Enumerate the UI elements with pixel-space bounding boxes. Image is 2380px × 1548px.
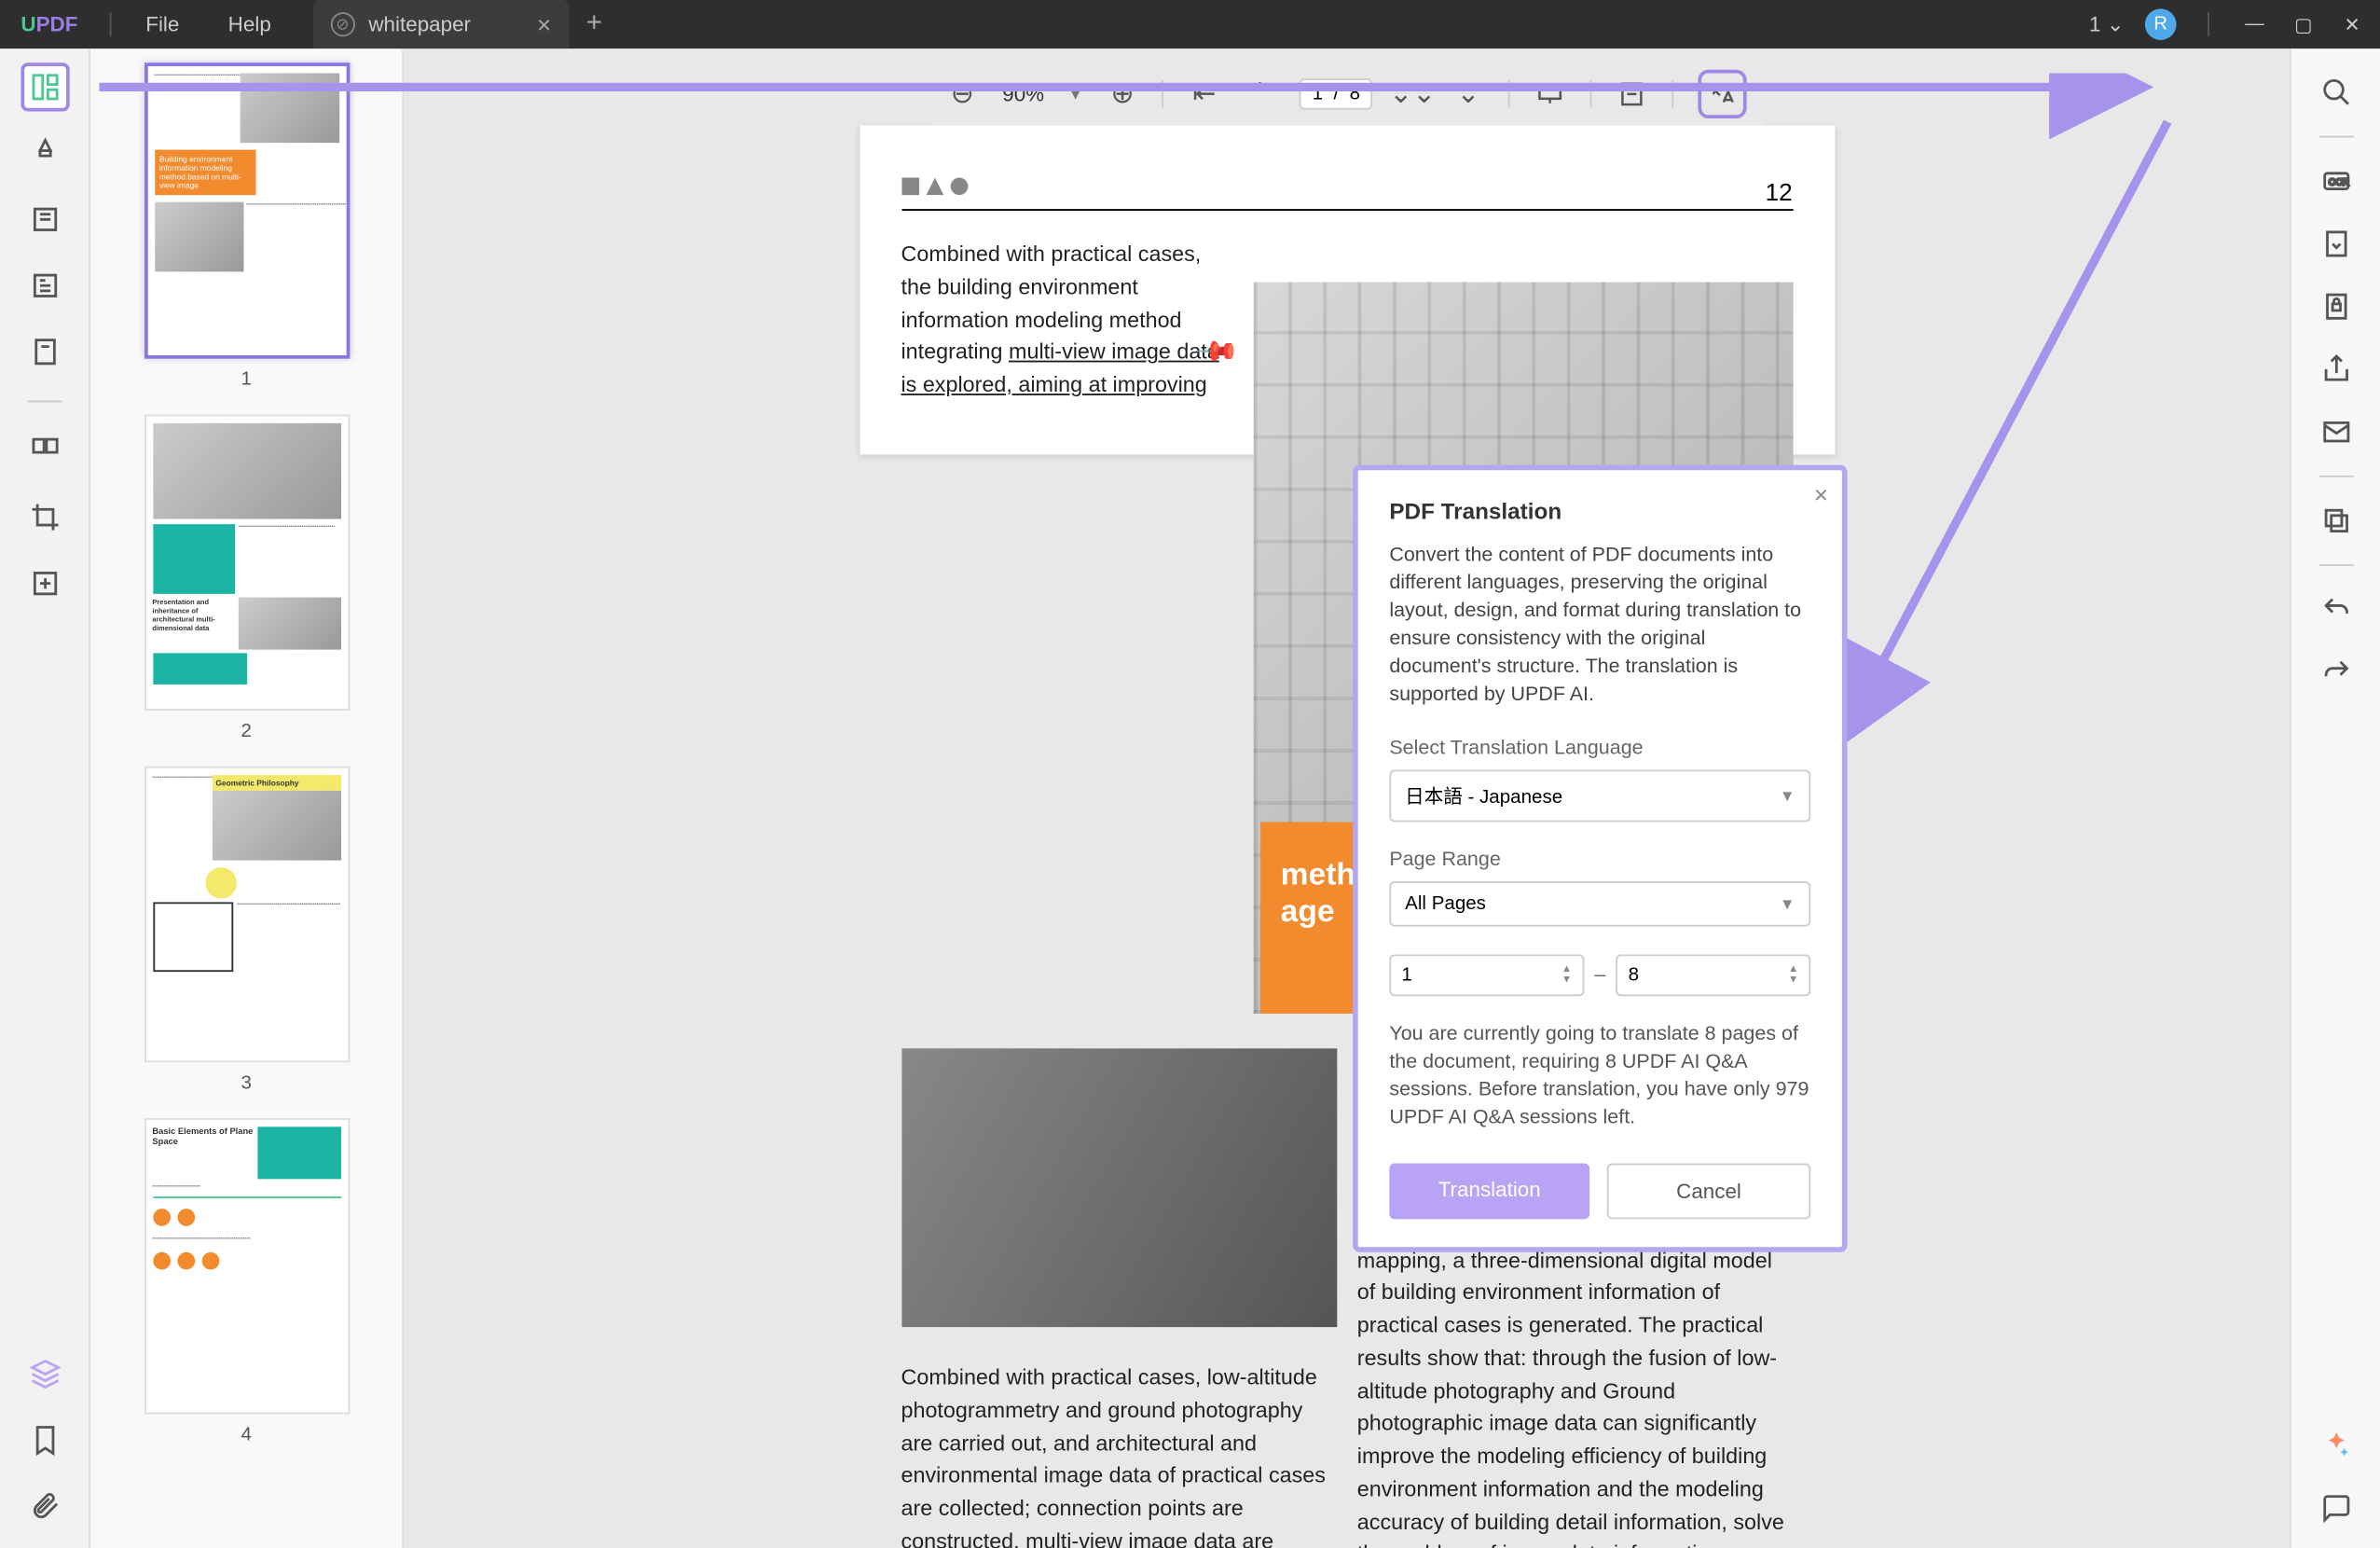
compress-tool[interactable]: [20, 559, 68, 607]
last-page-button[interactable]: ⌄: [1452, 78, 1484, 110]
page-text-col1: Combined with practical cases, the build…: [901, 239, 1231, 402]
bookmark-tool[interactable]: [20, 1416, 68, 1464]
maximize-button[interactable]: ▢: [2290, 13, 2318, 35]
attachment-tool[interactable]: [20, 1482, 68, 1530]
thumbnail-label-2: 2: [90, 721, 402, 741]
comment-tool[interactable]: [2317, 1489, 2355, 1527]
menu-help[interactable]: Help: [204, 12, 296, 36]
app-logo: UPDF: [0, 12, 99, 36]
left-toolbar: [0, 48, 90, 1548]
search-tool[interactable]: [2317, 73, 2355, 111]
range-to-input[interactable]: 8▲▼: [1616, 954, 1811, 996]
edit-tool[interactable]: [20, 195, 68, 243]
thumbnail-label-4: 4: [90, 1425, 402, 1445]
user-avatar[interactable]: R: [2145, 8, 2177, 40]
layers-tool[interactable]: [20, 1349, 68, 1398]
translate-submit-button[interactable]: Translation: [1389, 1163, 1589, 1219]
thumbnail-page-3[interactable]: ▪▪▪▪▪▪▪▪▪▪▪▪▪▪▪▪▪▪▪▪▪▪▪▪▪▪▪▪▪▪▪▪▪▪▪▪Geom…: [144, 767, 349, 1062]
zoom-out-button[interactable]: ⊖: [946, 78, 978, 110]
right-toolbar: OCR: [2290, 48, 2380, 1548]
thumbnail-label-3: 3: [90, 1072, 402, 1093]
thumbnail-page-2[interactable]: ▪▪▪▪▪▪▪▪▪▪▪▪▪▪▪▪▪▪▪▪▪▪▪▪▪▪▪▪▪▪▪▪▪▪▪▪▪▪▪▪…: [144, 414, 349, 710]
chevron-down-icon: ▼: [1780, 786, 1795, 804]
redo-tool[interactable]: [2317, 653, 2355, 691]
undo-tool[interactable]: [2317, 590, 2355, 629]
dialog-title: PDF Translation: [1389, 498, 1810, 524]
tab-icon: ⊘: [330, 12, 354, 36]
new-tab-button[interactable]: +: [569, 8, 620, 40]
translation-dialog: × PDF Translation Convert the content of…: [1353, 465, 1847, 1252]
first-page-button[interactable]: ⇤: [1189, 78, 1220, 110]
window-count[interactable]: 1 ⌄: [2089, 12, 2124, 36]
tab-title: whitepaper: [368, 12, 471, 36]
ai-tool[interactable]: [2317, 1427, 2355, 1465]
ocr-tool[interactable]: OCR: [2317, 162, 2355, 200]
dialog-description: Convert the content of PDF documents int…: [1389, 542, 1810, 710]
thumbnail-page-1[interactable]: ▪▪▪▪▪▪▪▪▪▪▪▪▪▪▪▪▪▪▪▪▪▪▪▪▪▪▪▪▪▪▪▪▪▪▪▪▪▪▪▪…: [144, 62, 349, 358]
zoom-dropdown-icon[interactable]: ▼: [1068, 86, 1082, 102]
dialog-close-button[interactable]: ×: [1814, 480, 1828, 508]
email-tool[interactable]: [2317, 413, 2355, 451]
organize-tool[interactable]: [20, 427, 68, 476]
svg-text:OCR: OCR: [2328, 177, 2348, 187]
prev-page-button[interactable]: ⌃: [1245, 78, 1276, 110]
share-tool[interactable]: [2317, 350, 2355, 388]
cancel-button[interactable]: Cancel: [1607, 1163, 1811, 1219]
thumbnails-panel: ▪▪▪▪▪▪▪▪▪▪▪▪▪▪▪▪▪▪▪▪▪▪▪▪▪▪▪▪▪▪▪▪▪▪▪▪▪▪▪▪…: [90, 48, 404, 1548]
page-text-col3: Combined with practical cases, low-altit…: [901, 1361, 1336, 1548]
view-toolbar: ⊖ 90% ▼ ⊕ ⇤ ⌃ 1 / 8 ⌄⌄ ⌄: [929, 62, 1765, 125]
menu-file[interactable]: File: [121, 12, 203, 36]
close-button[interactable]: ✕: [2338, 13, 2366, 35]
thumbnails-tool[interactable]: [20, 62, 68, 111]
zoom-level[interactable]: 90%: [1002, 82, 1044, 106]
dialog-note: You are currently going to translate 8 p…: [1389, 1020, 1810, 1132]
page-input[interactable]: 1 / 8: [1300, 78, 1373, 110]
next-page-button[interactable]: ⌄⌄: [1396, 78, 1428, 110]
document-tab[interactable]: ⊘ whitepaper ×: [313, 0, 569, 48]
page-tool[interactable]: [20, 327, 68, 376]
read-mode-button[interactable]: [1616, 78, 1648, 110]
crop-tool[interactable]: [20, 493, 68, 542]
thumbnail-page-4[interactable]: Basic Elements of Plane Space ▪▪▪▪▪▪▪▪▪▪…: [144, 1118, 349, 1414]
translate-button[interactable]: [1698, 70, 1746, 118]
minimize-button[interactable]: —: [2241, 14, 2269, 35]
page-image-laptop: [901, 1048, 1336, 1327]
highlighter-tool[interactable]: [20, 129, 68, 177]
pdf-page: 12 Combined with practical cases, the bu…: [860, 125, 1835, 454]
page-range-label: Page Range: [1389, 850, 1810, 870]
zoom-in-button[interactable]: ⊕: [1107, 78, 1138, 110]
range-separator: –: [1594, 964, 1605, 985]
language-label: Select Translation Language: [1389, 738, 1810, 758]
presentation-button[interactable]: [1534, 78, 1566, 110]
page-range-select[interactable]: All Pages▼: [1389, 880, 1810, 926]
tab-close-icon[interactable]: ×: [537, 10, 551, 38]
titlebar: UPDF File Help ⊘ whitepaper × + 1 ⌄ R — …: [0, 0, 2380, 48]
range-from-input[interactable]: 1▲▼: [1389, 954, 1584, 996]
document-viewport[interactable]: ⊖ 90% ▼ ⊕ ⇤ ⌃ 1 / 8 ⌄⌄ ⌄ 12 Comb: [404, 48, 2290, 1548]
page-number: 12: [1766, 177, 1793, 205]
page-decoration-shapes: [901, 177, 1792, 195]
convert-tool[interactable]: [2317, 225, 2355, 263]
protect-tool[interactable]: [2317, 287, 2355, 325]
chevron-down-icon: ▼: [1780, 894, 1795, 912]
batch-tool[interactable]: [2317, 502, 2355, 540]
language-select[interactable]: 日本語 - Japanese▼: [1389, 769, 1810, 822]
form-tool[interactable]: [20, 261, 68, 310]
thumbnail-label-1: 1: [90, 369, 402, 390]
